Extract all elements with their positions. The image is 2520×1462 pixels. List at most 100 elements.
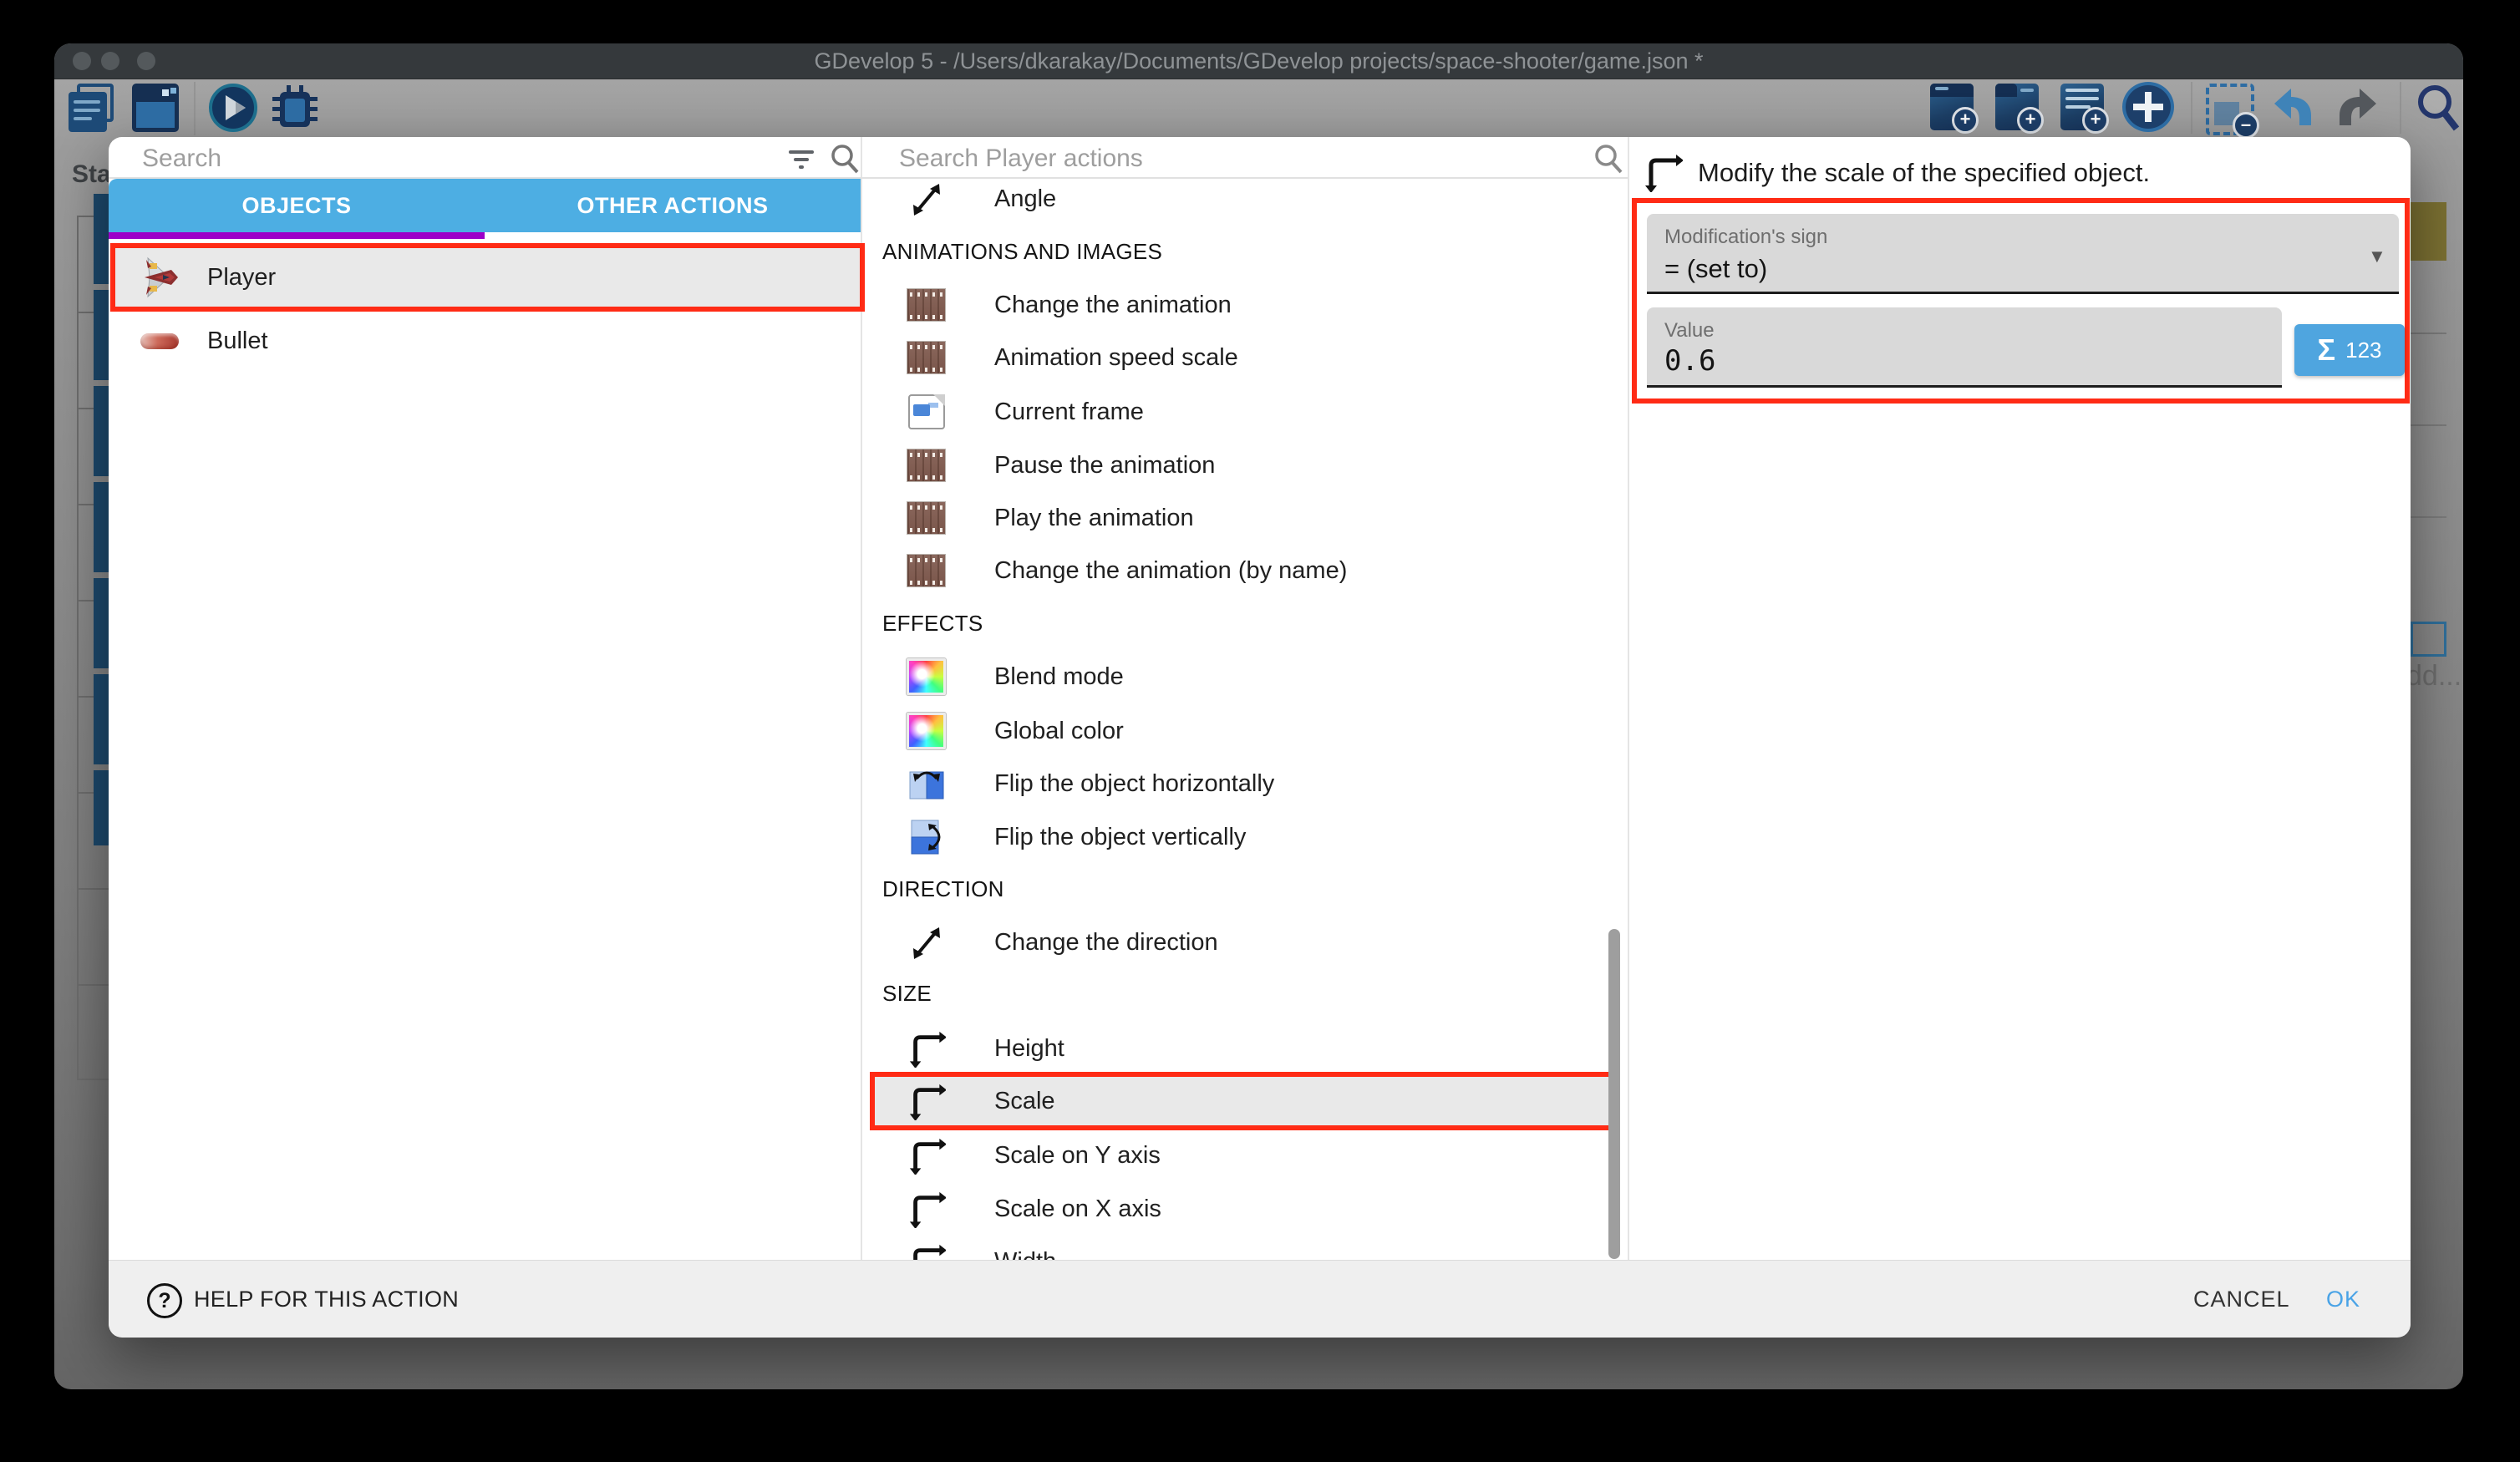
action-section-header: EFFECTS	[882, 611, 983, 637]
player-ship-icon	[140, 255, 179, 300]
flip-vertical-icon	[907, 819, 946, 855]
ok-button[interactable]: OK	[2326, 1287, 2360, 1312]
action-item-angle[interactable]: Angle	[862, 171, 1606, 226]
flip-horizontal-icon	[907, 765, 946, 802]
value-input-text: 0.6	[1664, 344, 1715, 378]
add-object-icon[interactable]: +	[1930, 84, 1974, 130]
action-item-pause-animation[interactable]: Pause the animation	[862, 438, 1606, 493]
action-item-flip-vertically[interactable]: Flip the object vertically	[862, 810, 1606, 865]
object-list-item-bullet[interactable]: Bullet	[110, 313, 861, 368]
action-section-header: ANIMATIONS AND IMAGES	[882, 239, 1162, 265]
action-item-change-animation-by-name[interactable]: Change the animation (by name)	[862, 543, 1606, 598]
redo-icon[interactable]	[2335, 85, 2381, 130]
toolbar-separator	[194, 82, 196, 135]
object-name: Player	[207, 264, 276, 292]
search-icon[interactable]	[2413, 80, 2463, 134]
background-condition-block	[94, 578, 109, 668]
film-strip-icon	[907, 449, 946, 482]
help-button[interactable]: HELP FOR THIS ACTION	[194, 1287, 459, 1312]
object-name: Bullet	[207, 327, 268, 355]
object-search-input[interactable]	[140, 144, 729, 174]
background-add-text: dd...	[2406, 660, 2462, 693]
resize-icon	[907, 1082, 946, 1120]
toolbar-separator	[2400, 82, 2401, 134]
search-icon[interactable]	[829, 142, 861, 175]
resize-icon	[907, 1029, 946, 1068]
background-row-line	[2411, 424, 2446, 426]
help-icon[interactable]: ?	[147, 1283, 182, 1318]
background-add-box	[2411, 622, 2446, 657]
action-item-animation-speed-scale[interactable]: Animation speed scale	[862, 330, 1606, 385]
background-condition-block	[94, 194, 109, 284]
background-selected-block	[2411, 202, 2446, 261]
expression-button-label: 123	[2345, 338, 2381, 363]
background-condition-block	[94, 482, 109, 572]
toolbar-separator	[2191, 82, 2192, 134]
filter-icon[interactable]	[787, 145, 817, 174]
value-input[interactable]	[1647, 307, 2282, 388]
tab-objects[interactable]: OBJECTS	[109, 179, 485, 232]
add-subevent-icon[interactable]: +	[1995, 84, 2039, 130]
background-condition-block	[94, 290, 109, 380]
play-icon[interactable]	[209, 84, 257, 132]
actions-scrollbar-thumb[interactable]	[1608, 929, 1620, 1259]
action-item-scale-y[interactable]: Scale on Y axis	[862, 1128, 1606, 1183]
action-item-change-animation[interactable]: Change the animation	[862, 277, 1606, 333]
remove-event-icon[interactable]: –	[2206, 84, 2254, 135]
action-item-global-color[interactable]: Global color	[862, 703, 1606, 759]
color-palette-icon	[907, 658, 946, 695]
resize-icon	[907, 1136, 946, 1175]
undo-icon[interactable]	[2269, 85, 2316, 130]
action-item-height[interactable]: Height	[862, 1021, 1606, 1076]
color-palette-icon	[907, 713, 946, 749]
background-row-line	[2411, 333, 2446, 334]
modification-sign-value: = (set to)	[1664, 254, 1767, 284]
action-item-change-direction[interactable]: Change the direction	[862, 915, 1606, 970]
film-strip-icon	[907, 501, 946, 535]
active-tab-underline	[109, 232, 485, 239]
window-title: GDevelop 5 - /Users/dkarakay/Documents/G…	[54, 43, 2463, 79]
direction-arrow-icon	[907, 924, 946, 961]
cancel-button[interactable]: CANCEL	[2193, 1287, 2290, 1312]
film-strip-icon	[907, 341, 946, 374]
field-label: Modification's sign	[1664, 226, 1827, 249]
column-divider	[1628, 137, 1629, 1260]
debug-icon[interactable]	[272, 85, 318, 132]
action-item-blend-mode[interactable]: Blend mode	[862, 649, 1606, 704]
expression-editor-button[interactable]: Σ 123	[2294, 324, 2405, 376]
background-condition-block	[94, 770, 109, 845]
screenshot-root: GDevelop 5 - /Users/dkarakay/Documents/G…	[0, 0, 2520, 1462]
tab-other-actions[interactable]: OTHER ACTIONS	[485, 179, 861, 232]
add-comment-icon[interactable]: +	[2060, 84, 2104, 130]
field-label: Value	[1664, 319, 1715, 343]
action-item-flip-horizontally[interactable]: Flip the object horizontally	[862, 756, 1606, 811]
background-condition-block	[94, 674, 109, 764]
film-strip-icon	[907, 554, 946, 587]
background-event-row	[77, 984, 109, 1080]
action-description: Modify the scale of the specified object…	[1698, 158, 2150, 188]
frame-icon	[907, 394, 946, 429]
action-item-scale-x[interactable]: Scale on X axis	[862, 1181, 1606, 1236]
background-condition-block	[94, 386, 109, 476]
action-item-scale[interactable]: Scale	[862, 1074, 1606, 1129]
action-item-play-animation[interactable]: Play the animation	[862, 490, 1606, 546]
film-strip-icon	[907, 288, 946, 322]
background-event-row	[77, 888, 109, 984]
resize-icon	[907, 1190, 946, 1228]
action-item-current-frame[interactable]: Current frame	[862, 384, 1606, 439]
background-row-line	[2411, 516, 2446, 518]
add-event-icon[interactable]	[2122, 82, 2174, 132]
action-section-header: DIRECTION	[882, 876, 1004, 902]
action-section-header: SIZE	[882, 981, 932, 1007]
background-scene-label: Sta	[72, 160, 111, 189]
project-manager-icon[interactable]	[69, 84, 115, 132]
direction-arrow-icon	[907, 180, 946, 217]
bullet-icon	[140, 333, 179, 349]
actions-search-input[interactable]	[897, 144, 1552, 174]
object-list-item-player[interactable]: Player	[110, 250, 861, 305]
resize-icon	[1643, 152, 1683, 192]
search-icon[interactable]	[1593, 142, 1624, 175]
chevron-down-icon[interactable]: ▼	[2368, 246, 2386, 267]
scene-window-icon[interactable]	[132, 84, 179, 132]
sigma-icon: Σ	[2318, 333, 2336, 368]
